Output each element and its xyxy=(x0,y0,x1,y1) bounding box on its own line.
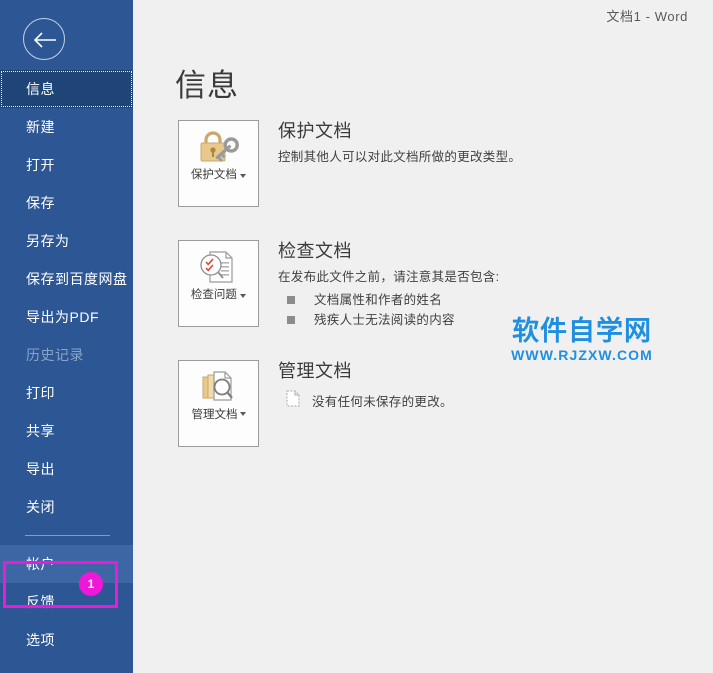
sidebar-item-save-to-baidu-netdisk[interactable]: 保存到百度网盘 xyxy=(0,260,133,298)
sidebar-item-feedback[interactable]: 反馈 xyxy=(0,583,133,621)
sidebar-item-close[interactable]: 关闭 xyxy=(0,488,133,526)
sidebar-item-label: 反馈 xyxy=(26,594,55,610)
list-item-label: 文档属性和作者的姓名 xyxy=(314,293,443,307)
sidebar-item-save-as[interactable]: 另存为 xyxy=(0,222,133,260)
sidebar-item-label: 帐户 xyxy=(26,556,55,572)
sidebar-item-history: 历史记录 xyxy=(0,336,133,374)
sidebar-item-options[interactable]: 选项 xyxy=(0,621,133,659)
chevron-down-icon[interactable] xyxy=(240,294,247,299)
sidebar-item-label: 新建 xyxy=(26,119,55,135)
section-description: 控制其他人可以对此文档所做的更改类型。 xyxy=(278,150,522,164)
sidebar-item-share[interactable]: 共享 xyxy=(0,412,133,450)
check-for-issues-button[interactable]: 检查问题 xyxy=(178,240,259,327)
sidebar-item-label: 选项 xyxy=(26,632,55,648)
section-body: 检查文档 在发布此文件之前，请注意其是否包含: 文档属性和作者的姓名 残疾人士无… xyxy=(278,240,693,330)
sidebar-item-label: 导出 xyxy=(26,461,55,477)
list-item: 文档属性和作者的姓名 xyxy=(278,290,693,310)
section-body: 管理文档 没有任何未保存的更改。 xyxy=(278,360,693,410)
section-description: 在发布此文件之前，请注意其是否包含: xyxy=(278,270,500,284)
manage-document-button[interactable]: 管理文档 xyxy=(178,360,259,447)
padlock-key-icon xyxy=(196,130,242,164)
document-page-icon xyxy=(286,390,300,410)
back-arrow-icon[interactable] xyxy=(23,18,65,60)
sidebar-item-open[interactable]: 打开 xyxy=(0,146,133,184)
bullet-square-icon xyxy=(287,296,295,304)
sidebar-item-label: 打开 xyxy=(26,157,55,173)
sidebar-item-new[interactable]: 新建 xyxy=(0,108,133,146)
button-caption: 检查问题 xyxy=(183,288,255,302)
button-caption: 管理文档 xyxy=(183,408,255,422)
document-inspect-icon xyxy=(198,250,240,284)
document-title: 文档1 - Word xyxy=(606,9,688,24)
sidebar-item-label: 保存到百度网盘 xyxy=(26,271,128,287)
sidebar-item-label: 关闭 xyxy=(26,499,55,515)
word-backstage-info-screen: 信息 新建 打开 保存 另存为 保存到百度网盘 导出为PDF 历史记录 打印 共… xyxy=(0,0,713,673)
backstage-content: 文档1 - Word 信息 保护文档 保护文档 控制其他人可以对此文档所做的更改… xyxy=(133,0,713,673)
section-body: 保护文档 控制其他人可以对此文档所做的更改类型。 xyxy=(278,120,693,166)
button-caption: 保护文档 xyxy=(183,168,255,182)
sidebar-divider xyxy=(0,526,133,545)
annotation-step-badge: 1 xyxy=(79,572,103,596)
list-item: 残疾人士无法阅读的内容 xyxy=(278,310,693,330)
sidebar-item-label: 打印 xyxy=(26,385,55,401)
sidebar-nav-list: 信息 新建 打开 保存 另存为 保存到百度网盘 导出为PDF 历史记录 打印 共… xyxy=(0,70,133,659)
sidebar-item-export[interactable]: 导出 xyxy=(0,450,133,488)
page-title: 信息 xyxy=(175,68,239,103)
sidebar-item-label: 共享 xyxy=(26,423,55,439)
backstage-sidebar: 信息 新建 打开 保存 另存为 保存到百度网盘 导出为PDF 历史记录 打印 共… xyxy=(0,0,133,673)
bullet-square-icon xyxy=(287,316,295,324)
section-heading: 检查文档 xyxy=(278,241,352,261)
section-heading: 保护文档 xyxy=(278,121,352,141)
sidebar-item-label: 信息 xyxy=(26,81,55,97)
section-heading: 管理文档 xyxy=(278,361,352,381)
list-item-label: 残疾人士无法阅读的内容 xyxy=(314,313,455,327)
sidebar-item-label: 导出为PDF xyxy=(26,309,99,325)
sidebar-item-account[interactable]: 帐户 xyxy=(0,545,133,583)
unsaved-changes-row: 没有任何未保存的更改。 xyxy=(278,390,693,410)
sidebar-item-label: 另存为 xyxy=(26,233,70,249)
chevron-down-icon[interactable] xyxy=(240,174,247,179)
unsaved-changes-label: 没有任何未保存的更改。 xyxy=(312,394,453,409)
issue-list: 文档属性和作者的姓名 残疾人士无法阅读的内容 xyxy=(278,290,693,330)
chevron-down-icon[interactable] xyxy=(239,411,246,416)
sidebar-item-info[interactable]: 信息 xyxy=(0,70,133,108)
sidebar-item-label: 历史记录 xyxy=(26,347,84,363)
sidebar-item-save[interactable]: 保存 xyxy=(0,184,133,222)
protect-document-button[interactable]: 保护文档 xyxy=(178,120,259,207)
sidebar-item-label: 保存 xyxy=(26,195,55,211)
manage-documents-icon xyxy=(198,370,240,404)
sidebar-item-export-pdf[interactable]: 导出为PDF xyxy=(0,298,133,336)
sidebar-item-print[interactable]: 打印 xyxy=(0,374,133,412)
